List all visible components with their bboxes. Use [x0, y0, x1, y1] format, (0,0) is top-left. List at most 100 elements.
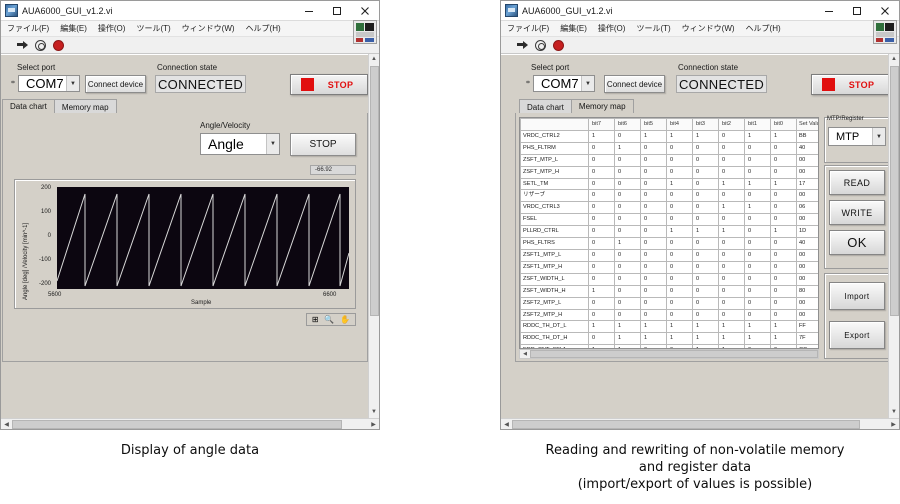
bit-cell-bit5[interactable]: 0 [641, 226, 667, 238]
set-value-hex-cell[interactable]: FF [797, 321, 820, 333]
bit-cell-bit2[interactable]: 0 [719, 249, 745, 261]
write-button[interactable]: WRITE [829, 200, 885, 225]
bit-cell-bit3[interactable]: 0 [693, 297, 719, 309]
menu-edit[interactable]: 編集(E) [560, 23, 587, 34]
bit-cell-bit3[interactable]: 0 [693, 273, 719, 285]
bit-cell-bit1[interactable]: 1 [745, 178, 771, 190]
bit-cell-bit7[interactable]: 0 [589, 202, 615, 214]
bit-cell-bit1[interactable]: 0 [745, 226, 771, 238]
mtp-register-select[interactable]: MTP ▼ [828, 127, 886, 146]
set-value-hex-cell[interactable]: 00 [797, 214, 820, 226]
bit-cell-bit3[interactable]: 0 [693, 214, 719, 226]
bit-cell-bit0[interactable]: 0 [771, 142, 797, 154]
table-row[interactable]: ZSFT_WIDTH_H1000000080 [521, 285, 820, 297]
bit-cell-bit6[interactable]: 0 [615, 273, 641, 285]
bit-cell-bit3[interactable]: 1 [693, 333, 719, 345]
table-row[interactable]: ZSFT_MTP_H0000000000 [521, 166, 820, 178]
import-button[interactable]: Import [829, 282, 885, 310]
chart-stop-button[interactable]: STOP [290, 133, 356, 156]
bit-cell-bit0[interactable]: 1 [771, 226, 797, 238]
bit-cell-bit5[interactable]: 0 [641, 309, 667, 321]
bit-cell-bit5[interactable]: 0 [641, 261, 667, 273]
menu-operate[interactable]: 操作(O) [598, 23, 626, 34]
table-row[interactable]: ZSFT2_MTP_H0000000000 [521, 309, 820, 321]
right-horizontal-scrollbar[interactable]: ◀ ▶ [501, 418, 899, 429]
minimize-button[interactable] [815, 1, 843, 21]
set-value-hex-cell[interactable]: 17 [797, 178, 820, 190]
bit-cell-bit2[interactable]: 1 [719, 178, 745, 190]
set-value-hex-cell[interactable]: 40 [797, 142, 820, 154]
bit-cell-bit2[interactable]: 1 [719, 333, 745, 345]
bit-cell-bit3[interactable]: 1 [693, 130, 719, 142]
bit-cell-bit5[interactable]: 0 [641, 273, 667, 285]
bit-cell-bit6[interactable]: 0 [615, 214, 641, 226]
bit-cell-bit2[interactable]: 0 [719, 190, 745, 202]
bit-cell-bit3[interactable]: 0 [693, 309, 719, 321]
bit-cell-bit4[interactable]: 0 [667, 261, 693, 273]
scroll-left-icon[interactable]: ◀ [1, 421, 12, 428]
bit-cell-bit4[interactable]: 1 [667, 226, 693, 238]
scroll-thumb[interactable] [530, 350, 818, 358]
menu-operate[interactable]: 操作(O) [98, 23, 126, 34]
bit-cell-bit1[interactable]: 0 [745, 261, 771, 273]
bit-cell-bit7[interactable]: 0 [589, 273, 615, 285]
bit-cell-bit3[interactable]: 1 [693, 226, 719, 238]
bit-cell-bit5[interactable]: 0 [641, 190, 667, 202]
bit-cell-bit6[interactable]: 1 [615, 142, 641, 154]
bit-cell-bit3[interactable]: 0 [693, 142, 719, 154]
set-value-hex-cell[interactable]: 06 [797, 202, 820, 214]
bit-cell-bit4[interactable]: 1 [667, 321, 693, 333]
bit-cell-bit5[interactable]: 0 [641, 202, 667, 214]
bit-cell-bit6[interactable]: 1 [615, 333, 641, 345]
bit-cell-bit6[interactable]: 0 [615, 226, 641, 238]
bit-cell-bit2[interactable]: 1 [719, 321, 745, 333]
bit-cell-bit5[interactable]: 0 [641, 154, 667, 166]
bit-cell-bit0[interactable]: 1 [771, 178, 797, 190]
bit-cell-bit4[interactable]: 0 [667, 142, 693, 154]
table-row[interactable]: ZSFT_WIDTH_L0000000000 [521, 273, 820, 285]
table-row[interactable]: ZSFT2_MTP_L0000000000 [521, 297, 820, 309]
bit-cell-bit4[interactable]: 0 [667, 249, 693, 261]
bit-cell-bit2[interactable]: 0 [719, 142, 745, 154]
tab-data-chart[interactable]: Data chart [2, 99, 55, 114]
bit-cell-bit7[interactable]: 0 [589, 226, 615, 238]
bit-cell-bit1[interactable]: 0 [745, 285, 771, 297]
abort-execution-icon[interactable] [53, 40, 64, 51]
right-vertical-scrollbar[interactable]: ▲ ▼ [888, 54, 899, 418]
bit-cell-bit4[interactable]: 0 [667, 154, 693, 166]
table-row[interactable]: VRDC_CTRL210111011BB [521, 130, 820, 142]
set-value-hex-cell[interactable]: BB [797, 130, 820, 142]
bit-cell-bit4[interactable]: 0 [667, 190, 693, 202]
set-value-hex-cell[interactable]: 00 [797, 166, 820, 178]
menu-file[interactable]: ファイル(F) [507, 23, 549, 34]
abort-execution-icon[interactable] [553, 40, 564, 51]
bit-cell-bit6[interactable]: 0 [615, 261, 641, 273]
bit-cell-bit3[interactable]: 0 [693, 285, 719, 297]
bit-cell-bit3[interactable]: 0 [693, 202, 719, 214]
bit-cell-bit0[interactable]: 0 [771, 214, 797, 226]
bit-cell-bit3[interactable]: 0 [693, 178, 719, 190]
bit-cell-bit6[interactable]: 0 [615, 178, 641, 190]
scroll-thumb[interactable] [890, 66, 899, 316]
bit-cell-bit1[interactable]: 1 [745, 321, 771, 333]
stop-button[interactable]: STOP [290, 74, 368, 95]
bit-cell-bit0[interactable]: 0 [771, 238, 797, 250]
maximize-button[interactable] [323, 1, 351, 21]
scroll-up-icon[interactable]: ▲ [371, 54, 377, 65]
bit-cell-bit5[interactable]: 0 [641, 178, 667, 190]
tab-data-chart[interactable]: Data chart [519, 99, 572, 114]
run-arrow-icon[interactable] [517, 40, 528, 51]
table-row[interactable]: VRDC_CTRL30000011006 [521, 202, 820, 214]
bit-cell-bit1[interactable]: 0 [745, 166, 771, 178]
table-row[interactable]: PLLRD_CTRL000111011D [521, 226, 820, 238]
bit-cell-bit7[interactable]: 0 [589, 214, 615, 226]
bit-cell-bit5[interactable]: 0 [641, 238, 667, 250]
tab-memory-map[interactable]: Memory map [571, 99, 634, 114]
table-row[interactable]: PHS_FLTRS0100000040 [521, 238, 820, 250]
scroll-right-icon[interactable]: ▶ [368, 421, 379, 428]
table-row[interactable]: FSEL0000000000 [521, 214, 820, 226]
set-value-hex-cell[interactable]: 1D [797, 226, 820, 238]
bit-cell-bit1[interactable]: 1 [745, 130, 771, 142]
bit-cell-bit6[interactable]: 1 [615, 238, 641, 250]
scroll-left-icon[interactable]: ◀ [501, 421, 512, 428]
